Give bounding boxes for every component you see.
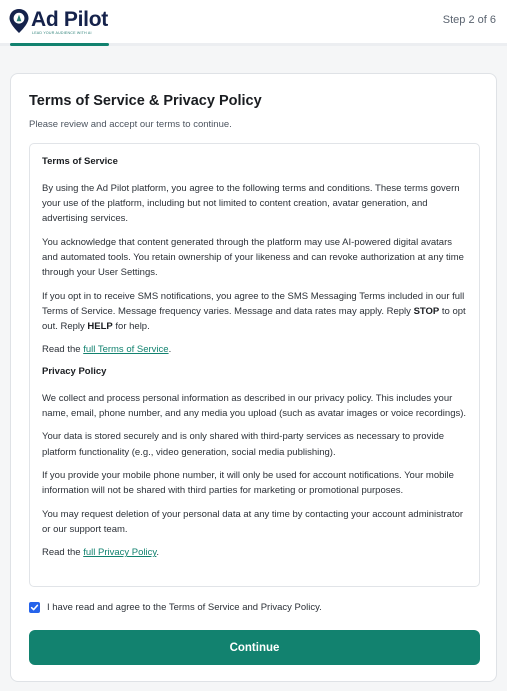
agree-checkbox[interactable]	[29, 601, 40, 613]
tos-heading: Terms of Service	[42, 156, 118, 167]
read-suffix: .	[168, 344, 172, 356]
tos-paragraph: By using the Ad Pilot platform, you agre…	[42, 183, 460, 225]
read-suffix: .	[156, 547, 160, 559]
app-header: Ad Pilot LEAD YOUR AUDIENCE WITH AI Step…	[0, 0, 507, 46]
sms-help-keyword: HELP	[87, 321, 113, 332]
step-indicator: Step 2 of 6	[442, 14, 496, 26]
map-pin-logo-icon	[9, 9, 29, 33]
full-privacy-policy-link[interactable]: full Privacy Policy	[83, 547, 156, 558]
privacy-read-more: Read the full Privacy Policy.	[42, 545, 467, 560]
brand-tagline: LEAD YOUR AUDIENCE WITH AI	[32, 31, 92, 35]
agreement-row[interactable]: I have read and agree to the Terms of Se…	[29, 600, 322, 614]
full-terms-of-service-link[interactable]: full Terms of Service	[83, 344, 168, 355]
continue-button[interactable]: Continue	[29, 630, 480, 665]
privacy-paragraph: If you provide your mobile phone number,…	[42, 469, 454, 497]
onboarding-progress-fill	[10, 43, 109, 46]
brand-name: Ad Pilot	[31, 8, 108, 31]
sms-terms-paragraph: If you opt in to receive SMS notificatio…	[42, 289, 467, 335]
ad-pilot-logo[interactable]: Ad Pilot LEAD YOUR AUDIENCE WITH AI	[8, 7, 118, 37]
privacy-paragraph: You may request deletion of your persona…	[42, 508, 464, 535]
sms-stop-keyword: STOP	[413, 305, 440, 317]
terms-scroll-box[interactable]: Terms of Service By using the Ad Pilot p…	[29, 143, 480, 587]
read-prefix: Read the	[42, 547, 84, 559]
tos-read-more: Read the full Terms of Service.	[42, 342, 467, 357]
page-title: Terms of Service & Privacy Policy	[29, 93, 262, 109]
agree-label[interactable]: I have read and agree to the Terms of Se…	[47, 602, 322, 613]
sms-text: If you opt in to receive SMS notificatio…	[42, 290, 465, 317]
sms-text: for help.	[112, 321, 150, 332]
tos-paragraph: You acknowledge that content generated t…	[42, 236, 464, 279]
terms-card: Terms of Service & Privacy Policy Please…	[10, 73, 497, 682]
privacy-paragraph: We collect and process personal informat…	[42, 392, 467, 419]
privacy-heading: Privacy Policy	[42, 365, 107, 377]
page-subtitle: Please review and accept our terms to co…	[29, 119, 232, 130]
privacy-paragraph: Your data is stored securely and is only…	[42, 431, 445, 458]
checkmark-icon	[30, 604, 39, 610]
onboarding-progress-bar	[0, 43, 507, 46]
read-prefix: Read the	[42, 344, 84, 356]
